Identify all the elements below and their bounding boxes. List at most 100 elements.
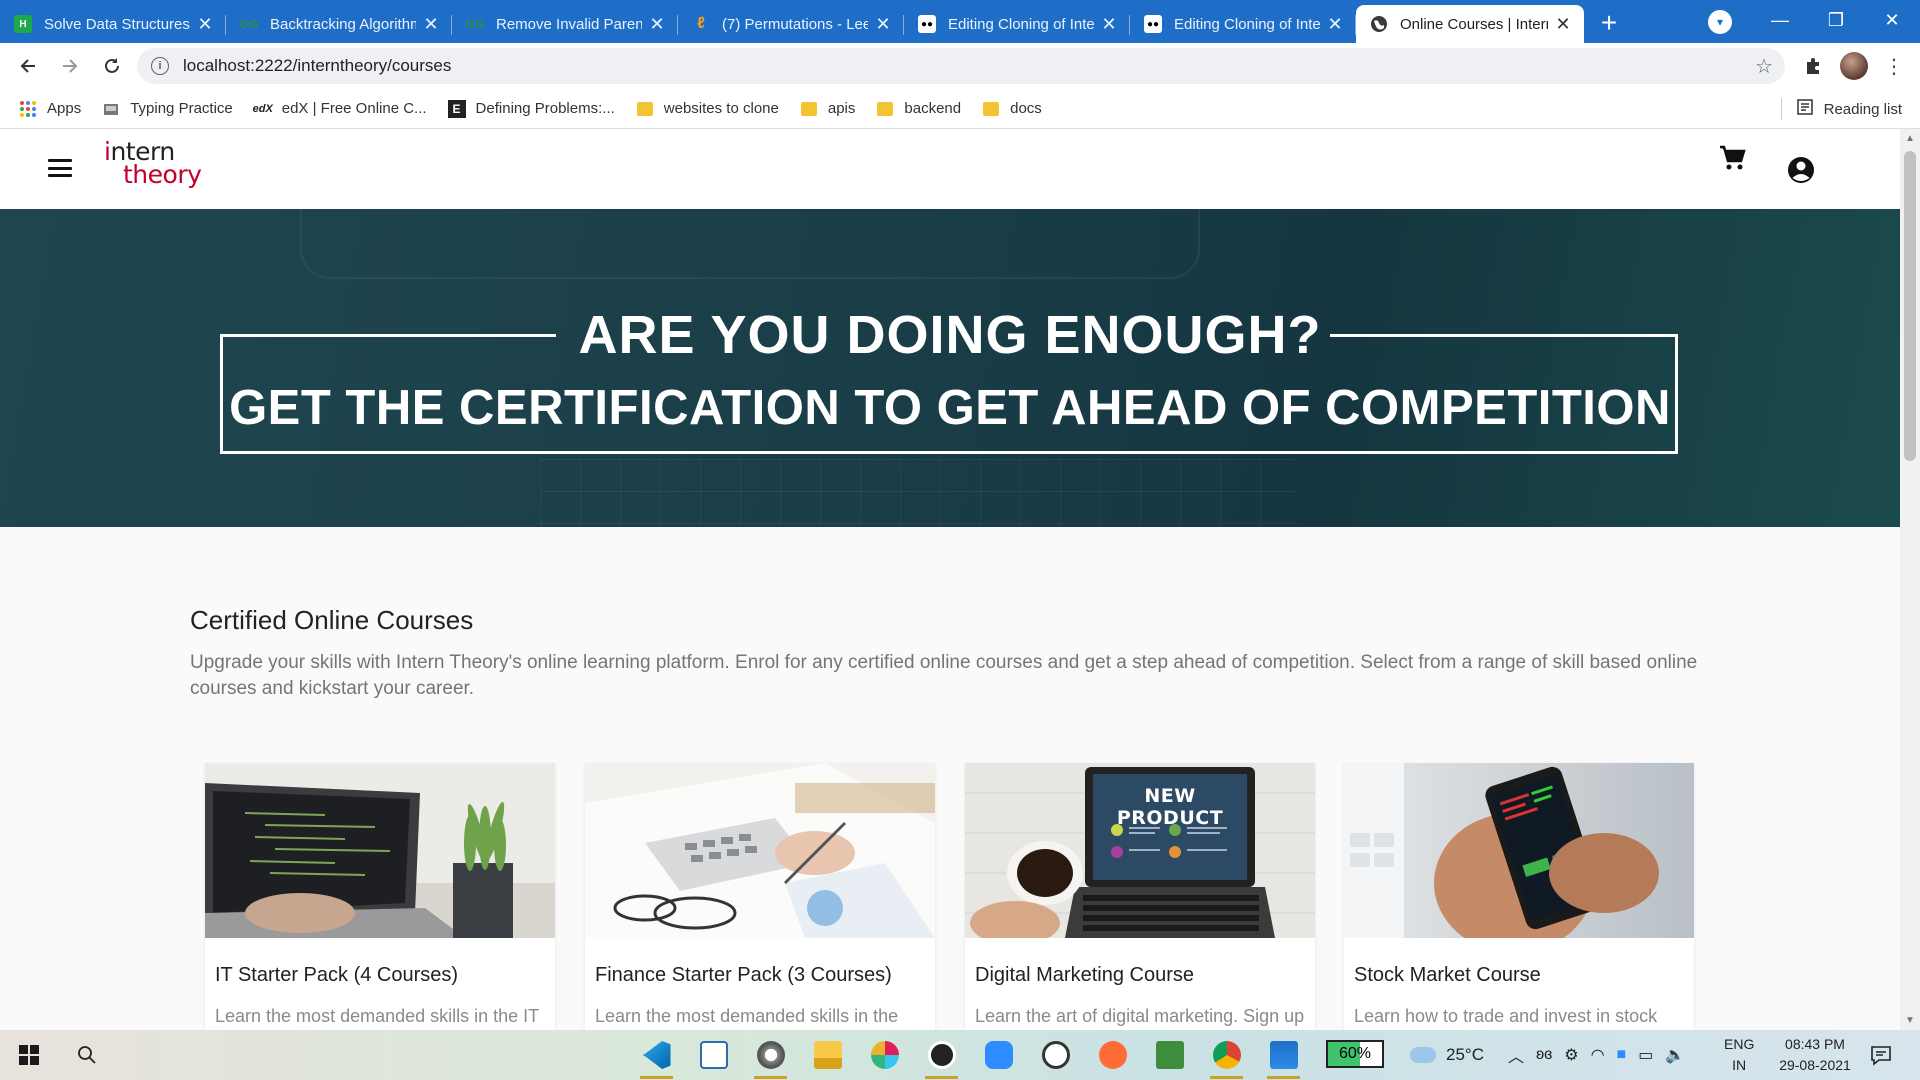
course-card[interactable]: Stock Market Course Learn how to trade a… [1344, 763, 1694, 1030]
browser-tab[interactable]: ℓ (7) Permutations - LeetCo ✕ [678, 5, 904, 43]
wifi-icon[interactable]: ◠ [1591, 1045, 1605, 1065]
course-title[interactable]: IT Starter Pack (4 Courses) [215, 964, 458, 987]
reload-icon[interactable] [92, 46, 132, 86]
bookmark-folder-backend[interactable]: backend [876, 100, 961, 118]
bookmark-folder-docs[interactable]: docs [982, 100, 1042, 118]
region-code: IN [1732, 1057, 1747, 1073]
window-close-icon[interactable]: ✕ [1864, 0, 1920, 40]
weather-widget[interactable]: 25°C [1410, 1045, 1484, 1065]
bookmark-star-icon[interactable]: ☆ [1755, 54, 1773, 79]
scrollbar-thumb[interactable] [1904, 151, 1916, 461]
site-info-icon[interactable]: i [151, 57, 169, 75]
back-arrow-icon[interactable] [8, 46, 48, 86]
extensions-puzzle-icon[interactable] [1794, 46, 1834, 86]
chevron-up-icon[interactable]: ︿ [1508, 1043, 1524, 1067]
close-icon[interactable]: ✕ [422, 14, 440, 35]
course-description: Learn the art of digital marketing. Sign… [975, 1006, 1305, 1026]
bookmark-label: docs [1010, 100, 1042, 117]
browser-tab[interactable]: GG Remove Invalid Parenthes ✕ [452, 5, 678, 43]
course-card[interactable]: IT Starter Pack (4 Courses) Learn the mo… [205, 763, 555, 1030]
course-title[interactable]: Digital Marketing Course [975, 964, 1194, 987]
zoom-icon[interactable] [970, 1030, 1027, 1080]
profile-avatar[interactable] [1834, 46, 1874, 86]
apps-grid-icon [19, 100, 37, 118]
close-icon[interactable]: ✕ [874, 14, 892, 35]
start-button[interactable] [0, 1030, 58, 1080]
course-card[interactable]: Finance Starter Pack (3 Courses) Learn t… [585, 763, 935, 1030]
vscode-icon[interactable] [628, 1030, 685, 1080]
minimize-icon[interactable]: — [1752, 0, 1808, 40]
tab-title: Backtracking Algorithms [270, 15, 416, 33]
close-icon[interactable]: ✕ [196, 14, 214, 35]
scroll-down-arrow-icon[interactable]: ▼ [1905, 1015, 1915, 1026]
close-icon[interactable]: ✕ [1100, 14, 1118, 35]
kebab-menu-icon[interactable]: ⋮ [1874, 46, 1914, 86]
browser-app-icon[interactable] [742, 1030, 799, 1080]
battery-percent: 60% [1338, 1045, 1372, 1062]
window-controls: — ❐ ✕ [1752, 0, 1920, 40]
bookmark-label: Defining Problems:... [475, 100, 615, 117]
photos-icon[interactable] [1255, 1030, 1312, 1080]
browser-tab[interactable]: ●● Editing Cloning of Intern ✕ [904, 5, 1130, 43]
hero-heading: ARE YOU DOING ENOUGH? [578, 305, 1322, 365]
account-circle-icon[interactable] [1786, 155, 1816, 185]
taskbar-clock[interactable]: 08:43 PM 29-08-2021 [1770, 1034, 1860, 1076]
browser-tab[interactable]: ●● Editing Cloning of Intern ✕ [1130, 5, 1356, 43]
page-scrollbar[interactable]: ▲ ▼ [1900, 129, 1920, 1030]
browser-tab[interactable]: GG Backtracking Algorithms ✕ [226, 5, 452, 43]
postman-icon[interactable] [1084, 1030, 1141, 1080]
bookmark-folder-websites-to-clone[interactable]: websites to clone [636, 100, 779, 118]
reading-list-label: Reading list [1823, 100, 1902, 118]
course-card[interactable]: NEW PRODUCT Digital Marketing Course Lea… [965, 763, 1315, 1030]
tab-search-icon[interactable]: ▾ [1708, 10, 1732, 34]
battery-tray-icon[interactable]: ▭ [1638, 1045, 1653, 1065]
folder-icon [876, 100, 894, 118]
settings-gear-icon[interactable]: ⚙ [1564, 1045, 1578, 1065]
intern-theory-logo[interactable]: intern theory [104, 137, 204, 197]
course-title[interactable]: Stock Market Course [1354, 964, 1541, 987]
bookmark-defining-problems[interactable]: E Defining Problems:... [447, 99, 615, 118]
speaker-icon[interactable]: 🔈 [1665, 1045, 1685, 1065]
forward-arrow-icon[interactable] [50, 46, 90, 86]
clock-time: 08:43 PM [1785, 1036, 1845, 1052]
hackerrank-icon: H [14, 15, 32, 33]
clock-date: 29-08-2021 [1779, 1057, 1851, 1073]
leetcode-icon: ℓ [697, 15, 705, 32]
scroll-up-arrow-icon[interactable]: ▲ [1905, 133, 1915, 144]
tab-title: (7) Permutations - LeetCo [722, 15, 868, 33]
battery-indicator[interactable]: 60% [1326, 1040, 1384, 1068]
geeksforgeeks-icon: GG [465, 17, 485, 31]
bookmark-typing-practice[interactable]: Typing Practice [102, 100, 233, 118]
close-icon[interactable]: ✕ [1326, 14, 1344, 35]
course-title[interactable]: Finance Starter Pack (3 Courses) [595, 964, 892, 987]
language-code: ENG [1724, 1036, 1755, 1052]
close-icon[interactable]: ✕ [1554, 14, 1572, 35]
tab-title: Online Courses | Intern Th [1400, 15, 1548, 33]
language-indicator[interactable]: ENG IN [1724, 1034, 1754, 1076]
shopping-cart-icon[interactable] [1718, 143, 1748, 173]
butterfly-icon[interactable]: ʚɞ [1536, 1046, 1552, 1064]
github-icon[interactable] [913, 1030, 970, 1080]
alarm-clock-icon[interactable] [1027, 1030, 1084, 1080]
bookmark-label: apis [827, 100, 856, 117]
chrome-icon[interactable] [1198, 1030, 1255, 1080]
taskbar-search-icon[interactable] [58, 1030, 116, 1080]
spreadsheet-icon[interactable] [1141, 1030, 1198, 1080]
bookmark-folder-apis[interactable]: apis [800, 100, 856, 118]
address-bar[interactable]: i localhost:2222/interntheory/courses ☆ [137, 48, 1785, 84]
bookmark-edx[interactable]: edX edX | Free Online C... [253, 100, 427, 118]
restore-icon[interactable]: ❐ [1808, 0, 1864, 40]
browser-tab[interactable]: H Solve Data Structures and ✕ [0, 5, 226, 43]
slack-icon[interactable] [856, 1030, 913, 1080]
zoom-tray-icon[interactable]: ■ [1617, 1046, 1627, 1064]
bookmark-apps[interactable]: Apps [19, 100, 81, 118]
hamburger-menu-icon[interactable] [48, 159, 72, 177]
close-icon[interactable]: ✕ [648, 14, 666, 35]
new-tab-button[interactable]: + [1584, 3, 1634, 43]
file-explorer-icon[interactable] [799, 1030, 856, 1080]
browser-tab-active[interactable]: Online Courses | Intern Th ✕ [1356, 5, 1584, 43]
notification-center-icon[interactable] [1866, 1040, 1896, 1070]
mail-icon[interactable] [685, 1030, 742, 1080]
course-description: Learn the most demanded skills in the IT [215, 1006, 540, 1026]
reading-list-button[interactable]: Reading list [1780, 89, 1902, 129]
